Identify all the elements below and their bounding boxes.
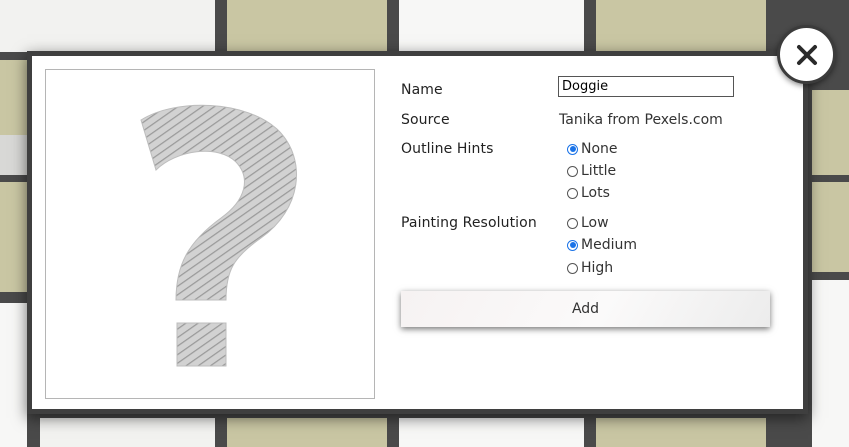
gallery-tile[interactable] [399,0,584,52]
question-mark-icon [140,104,298,367]
source-value: Tanika from Pexels.com [559,112,723,128]
gallery-tile[interactable] [40,418,215,447]
outline-hints-none-option[interactable]: None [567,139,618,159]
outline-hints-label: Outline Hints [401,141,494,157]
gallery-tile[interactable] [0,182,27,292]
gallery-tile[interactable] [812,90,849,175]
gallery-tile[interactable] [0,303,27,447]
source-label: Source [401,112,450,128]
gallery-tile[interactable] [812,280,849,447]
radio-label: Little [581,163,617,179]
radio-label: Medium [581,237,637,253]
gallery-tile[interactable] [812,182,849,272]
radio-button[interactable] [567,239,578,251]
close-icon [796,44,817,65]
radio-label: None [581,141,618,157]
gallery-tile[interactable] [0,60,27,135]
resolution-high-option[interactable]: High [567,258,613,278]
add-picture-dialog: Name Source Tanika from Pexels.com Outli… [27,51,808,414]
gallery-tile[interactable] [0,135,27,175]
resolution-low-option[interactable]: Low [567,213,609,233]
radio-button[interactable] [567,143,578,155]
name-input[interactable] [558,76,734,97]
radio-label: Lots [581,185,610,201]
gallery-tile[interactable] [227,0,387,52]
gallery-tile[interactable] [0,0,215,52]
radio-label: Low [581,215,609,231]
gallery-tile[interactable] [596,418,766,447]
gallery-tile[interactable] [399,418,584,447]
add-button[interactable]: Add [401,291,770,327]
close-button[interactable] [777,25,836,84]
gallery-tile[interactable] [227,418,387,447]
radio-button[interactable] [567,165,578,177]
radio-button[interactable] [567,187,578,199]
resolution-medium-option[interactable]: Medium [567,235,637,255]
gallery-tile[interactable] [596,0,766,52]
radio-button[interactable] [567,262,578,274]
name-label: Name [401,82,443,98]
outline-hints-lots-option[interactable]: Lots [567,183,610,203]
painting-resolution-label: Painting Resolution [401,215,537,231]
outline-hints-little-option[interactable]: Little [567,161,616,181]
radio-label: High [581,260,614,276]
radio-button[interactable] [567,217,578,229]
picture-preview [45,69,375,399]
